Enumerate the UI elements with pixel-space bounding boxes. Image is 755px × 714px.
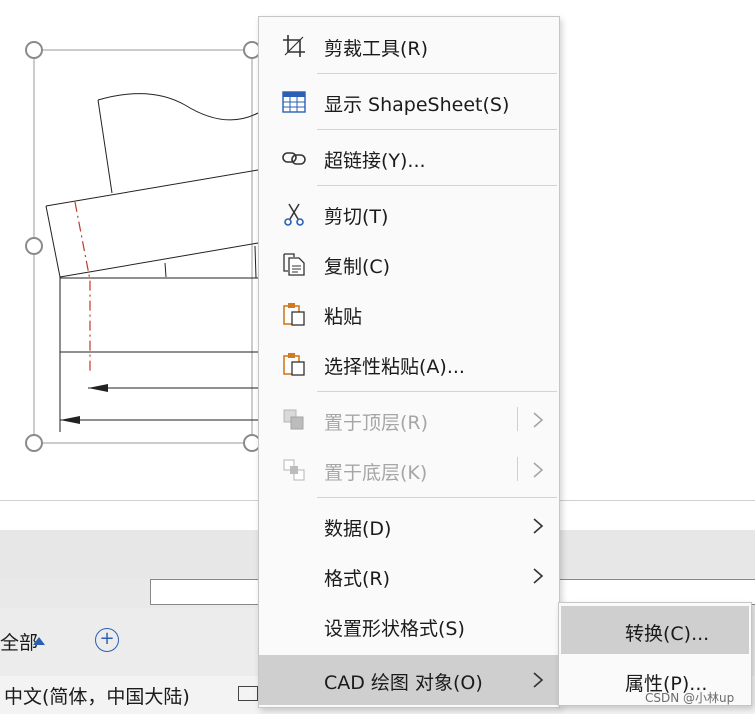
submenu-item-label: 转换(C)... bbox=[625, 623, 710, 645]
menu-item-format[interactable]: 格式(R) bbox=[259, 551, 559, 601]
menu-item-label: 选择性粘贴(A)... bbox=[324, 356, 465, 378]
menu-item-label: 粘贴 bbox=[324, 306, 363, 328]
language-status[interactable]: 中文(简体，中国大陆) bbox=[4, 682, 190, 709]
menu-item-label: CAD 绘图 对象(O) bbox=[324, 672, 483, 694]
send-to-back-icon bbox=[283, 459, 305, 481]
menu-item-label: 置于底层(K) bbox=[324, 462, 428, 484]
context-menu: 剪裁工具(R) 显示 ShapeSheet(S) 超链接(Y)... 剪切(T) bbox=[258, 16, 560, 708]
menu-item-label: 剪裁工具(R) bbox=[324, 38, 429, 60]
menu-item-cad-drawing-object[interactable]: CAD 绘图 对象(O) bbox=[259, 655, 559, 705]
menu-separator bbox=[317, 185, 557, 186]
menu-item-copy[interactable]: 复制(C) bbox=[259, 239, 559, 289]
chevron-right-icon bbox=[533, 518, 544, 534]
menu-item-label: 置于顶层(R) bbox=[324, 412, 429, 434]
menu-item-label: 超链接(Y)... bbox=[324, 150, 426, 172]
plus-circle-icon[interactable]: + bbox=[95, 628, 119, 652]
menu-separator bbox=[317, 391, 557, 392]
chevron-right-icon bbox=[533, 462, 544, 478]
watermark: CSDN @小林up bbox=[645, 691, 735, 705]
caret-up-icon[interactable] bbox=[33, 637, 45, 645]
hyperlink-icon bbox=[282, 152, 306, 165]
submenu-item-convert[interactable]: 转换(C)... bbox=[561, 606, 749, 654]
menu-item-hyperlink[interactable]: 超链接(Y)... bbox=[259, 133, 559, 183]
resize-handle-mid-left bbox=[25, 237, 43, 255]
menu-item-label: 剪切(T) bbox=[324, 206, 389, 228]
resize-handle-top-left bbox=[25, 41, 43, 59]
menu-separator bbox=[317, 129, 557, 130]
paste-icon bbox=[283, 303, 305, 326]
crop-icon bbox=[283, 35, 305, 57]
scissors-icon bbox=[284, 203, 304, 226]
split-divider bbox=[517, 457, 518, 481]
chevron-right-icon bbox=[533, 412, 544, 428]
menu-item-paste[interactable]: 粘贴 bbox=[259, 289, 559, 339]
menu-item-show-shapesheet[interactable]: 显示 ShapeSheet(S) bbox=[259, 77, 559, 127]
chevron-right-icon bbox=[533, 672, 544, 688]
shapesheet-icon bbox=[282, 91, 306, 113]
paste-special-icon bbox=[283, 353, 305, 376]
menu-item-bring-to-front[interactable]: 置于顶层(R) bbox=[259, 395, 559, 445]
menu-item-data[interactable]: 数据(D) bbox=[259, 501, 559, 551]
accessibility-icon[interactable] bbox=[238, 686, 258, 701]
menu-item-cut[interactable]: 剪切(T) bbox=[259, 189, 559, 239]
menu-item-label: 数据(D) bbox=[324, 518, 392, 540]
menu-item-label: 复制(C) bbox=[324, 256, 391, 278]
menu-separator bbox=[317, 497, 557, 498]
menu-separator bbox=[317, 73, 557, 74]
menu-item-format-shape[interactable]: 设置形状格式(S) bbox=[259, 601, 559, 651]
menu-item-label: 显示 ShapeSheet(S) bbox=[324, 94, 510, 116]
menu-item-label: 设置形状格式(S) bbox=[324, 618, 465, 640]
menu-item-crop-tool[interactable]: 剪裁工具(R) bbox=[259, 21, 559, 71]
menu-item-label: 格式(R) bbox=[324, 568, 391, 590]
copy-icon bbox=[283, 253, 305, 276]
resize-handle-bottom-left bbox=[25, 434, 43, 452]
chevron-right-icon bbox=[533, 568, 544, 584]
menu-item-paste-special[interactable]: 选择性粘贴(A)... bbox=[259, 339, 559, 389]
bring-to-front-icon bbox=[283, 409, 304, 430]
menu-item-send-to-back[interactable]: 置于底层(K) bbox=[259, 445, 559, 495]
split-divider bbox=[517, 407, 518, 431]
